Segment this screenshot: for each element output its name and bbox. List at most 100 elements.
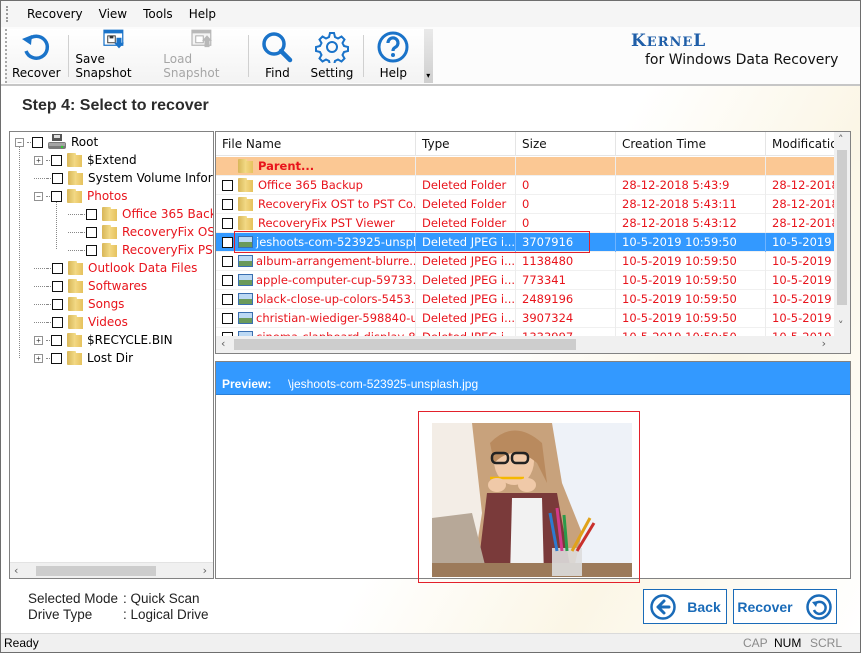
file-modification-time: 10-5-2019 10 <box>772 291 836 306</box>
tree-checkbox[interactable] <box>51 190 62 202</box>
tree-item[interactable]: Outlook Data Files <box>34 259 197 277</box>
folder-icon <box>68 297 84 311</box>
tree-item[interactable]: + Lost Dir <box>34 349 133 367</box>
file-checkbox[interactable] <box>222 293 233 305</box>
toolbar-overflow-button[interactable]: ▾ <box>424 29 434 83</box>
load-snapshot-button[interactable]: Load Snapshot <box>158 29 245 83</box>
folder-icon <box>68 279 84 293</box>
tree-item[interactable]: Videos <box>34 313 128 331</box>
tree-item[interactable]: RecoveryFix PST Vie <box>68 241 213 259</box>
tree-line <box>34 321 47 323</box>
menu-view[interactable]: View <box>91 1 135 27</box>
file-list-horizontal-scrollbar[interactable]: ‹ › <box>216 336 850 353</box>
tree-item[interactable]: + $RECYCLE.BIN <box>34 331 173 349</box>
tree-item[interactable]: System Volume Inform <box>34 169 213 187</box>
parent-row[interactable]: Parent... <box>216 156 836 176</box>
tree-line <box>34 285 47 287</box>
column-header-file-name[interactable]: File Name <box>216 132 416 156</box>
column-header-type[interactable]: Type <box>416 132 516 156</box>
tree-line <box>46 357 50 359</box>
tree-checkbox[interactable] <box>52 298 63 310</box>
tree-checkbox[interactable] <box>52 262 63 274</box>
brand-logo: KERNEL for Windows Data Recovery <box>631 31 838 68</box>
tree-item[interactable]: − Photos <box>34 187 127 205</box>
arrow-left-icon <box>650 593 677 620</box>
file-modification-time: 28-12-2018 5 <box>772 196 836 211</box>
tree-checkbox[interactable] <box>52 172 63 184</box>
tree-item[interactable]: Softwares <box>34 277 147 295</box>
status-bar: Ready CAP NUM SCRL <box>1 633 860 652</box>
expand-icon[interactable]: + <box>34 335 43 345</box>
tree-item[interactable]: Office 365 Backup <box>68 205 213 223</box>
caps-lock-indicator: CAP <box>743 636 768 650</box>
load-snapshot-label: Load Snapshot <box>163 52 220 80</box>
file-modification-time: 10-5-2019 10 <box>772 310 836 325</box>
scroll-right-icon[interactable]: › <box>822 336 826 352</box>
file-checkbox[interactable] <box>222 198 233 210</box>
tree-line <box>56 199 57 249</box>
file-checkbox[interactable] <box>222 312 233 324</box>
collapse-icon[interactable]: − <box>34 191 43 201</box>
setting-label: Setting <box>310 66 354 80</box>
file-checkbox[interactable] <box>222 217 233 229</box>
expand-icon[interactable]: + <box>34 155 43 165</box>
collapse-icon[interactable]: − <box>15 137 24 147</box>
file-row[interactable]: RecoveryFix OST to PST Co... Deleted Fold… <box>216 194 836 214</box>
file-checkbox[interactable] <box>222 179 233 191</box>
file-checkbox[interactable] <box>222 236 233 248</box>
column-header-creation-time[interactable]: Creation Time <box>616 132 766 156</box>
scroll-thumb[interactable] <box>36 566 156 576</box>
scroll-left-icon[interactable]: ‹ <box>14 563 18 578</box>
column-header-size[interactable]: Size <box>516 132 616 156</box>
tree-checkbox[interactable] <box>52 280 63 292</box>
file-row[interactable]: apple-computer-cup-59733... Deleted JPEG … <box>216 270 836 290</box>
file-checkbox[interactable] <box>222 255 233 267</box>
tree-checkbox[interactable] <box>51 154 62 166</box>
tree-line <box>68 213 81 215</box>
tree-item[interactable]: Songs <box>34 295 124 313</box>
scroll-up-icon[interactable]: ˄ <box>838 132 844 148</box>
tree-checkbox[interactable] <box>51 334 62 346</box>
expand-icon[interactable]: + <box>34 353 43 363</box>
setting-button[interactable]: Setting <box>304 29 361 83</box>
tree-line <box>46 339 50 341</box>
save-snapshot-button[interactable]: Save Snapshot <box>70 29 158 83</box>
tree-checkbox[interactable] <box>32 136 43 148</box>
scroll-thumb[interactable] <box>234 339 576 350</box>
tree-checkbox[interactable] <box>86 226 97 238</box>
menu-grip[interactable] <box>6 6 9 22</box>
tree-horizontal-scrollbar[interactable]: ‹ › <box>10 562 213 578</box>
tree-checkbox[interactable] <box>52 316 63 328</box>
recover-button[interactable]: Recover <box>733 589 837 624</box>
find-button[interactable]: Find <box>250 29 304 83</box>
tree-checkbox[interactable] <box>86 244 97 256</box>
scroll-left-icon[interactable]: ‹ <box>221 336 225 352</box>
file-row[interactable]: album-arrangement-blurre... Deleted JPEG … <box>216 251 836 271</box>
scroll-down-icon[interactable]: ˅ <box>838 318 844 334</box>
tree-item[interactable]: + $Extend <box>34 151 137 169</box>
folder-icon <box>67 153 83 167</box>
tree-item[interactable]: RecoveryFix OST to <box>68 223 213 241</box>
tree-line <box>46 195 50 197</box>
tree-checkbox[interactable] <box>86 208 97 220</box>
image-file-icon <box>238 312 253 324</box>
help-button[interactable]: Help <box>366 29 420 83</box>
file-list-vertical-scrollbar[interactable]: ˄ ˅ <box>834 132 850 337</box>
file-checkbox[interactable] <box>222 274 233 286</box>
tree-checkbox[interactable] <box>51 352 62 364</box>
selected-mode-label: Selected Mode <box>28 591 119 606</box>
file-row[interactable]: christian-wiediger-598840-u... Deleted JP… <box>216 308 836 328</box>
file-row[interactable]: black-close-up-colors-5453... Deleted JPE… <box>216 289 836 309</box>
back-button[interactable]: Back <box>643 589 727 624</box>
tree-line <box>34 267 47 269</box>
menu-recovery[interactable]: Recovery <box>19 1 91 27</box>
menu-help[interactable]: Help <box>181 1 224 27</box>
file-row[interactable]: Office 365 Backup Deleted Folder 0 28-12-20… <box>216 175 836 195</box>
tree-item[interactable]: − Root <box>15 133 98 151</box>
scroll-right-icon[interactable]: › <box>203 563 207 578</box>
column-header-modification[interactable]: Modification <box>766 132 836 156</box>
menu-tools[interactable]: Tools <box>135 1 181 27</box>
tree-item-label: Lost Dir <box>87 351 134 365</box>
scroll-thumb[interactable] <box>837 150 847 305</box>
recover-toolbar-button[interactable]: Recover <box>7 29 66 83</box>
